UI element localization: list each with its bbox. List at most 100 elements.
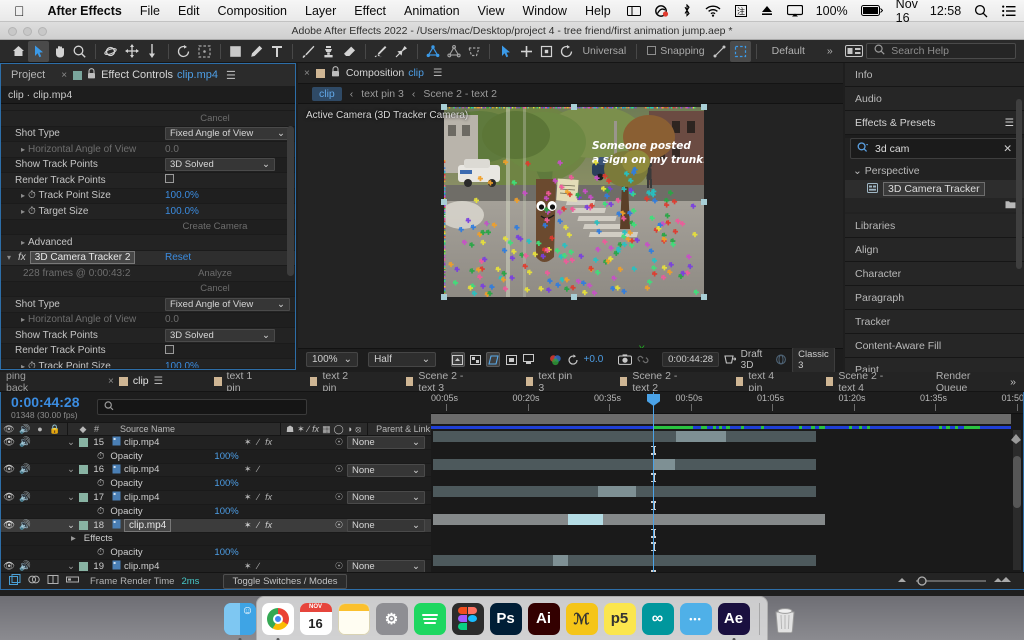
- roto-select-icon[interactable]: [730, 40, 751, 62]
- sidebar-item-content-aware-fill[interactable]: Content-Aware Fill: [845, 334, 1024, 358]
- shape-tool-icon[interactable]: [226, 41, 247, 62]
- chevron-right-icon[interactable]: ▸: [21, 362, 25, 368]
- effect-header-3d-camera-tracker-2[interactable]: ▾ fx 3D Camera Tracker 2 Reset: [1, 250, 295, 266]
- tab-scene-2-text-3[interactable]: Scene 2 - text 3: [398, 372, 488, 391]
- draft-3d-label[interactable]: Draft 3D: [741, 349, 771, 371]
- lock-icon[interactable]: 🔒: [47, 424, 63, 435]
- opacity-value[interactable]: 100%: [214, 547, 238, 558]
- effect-controls-row[interactable]: Cancel: [1, 111, 295, 127]
- chrome-icon[interactable]: [261, 602, 294, 640]
- stopwatch-icon[interactable]: ⏱: [97, 547, 104, 558]
- timeline-ruler[interactable]: 00:05s 00:20s 00:35s 00:50s 01:05s 01:20s 01:3…: [431, 392, 1023, 424]
- speaker-icon[interactable]: 🔊: [17, 424, 33, 435]
- zoom-out-timeline-icon[interactable]: [895, 576, 909, 587]
- menu-help[interactable]: Help: [576, 4, 620, 18]
- layer-switches[interactable]: ✶ ∕ fx: [244, 520, 272, 531]
- zoom-in-timeline-icon[interactable]: [993, 576, 1017, 587]
- p5js-icon[interactable]: p5: [603, 602, 636, 635]
- zoom-tool-icon[interactable]: [69, 41, 90, 62]
- puppet-pin-tool-icon[interactable]: [391, 41, 412, 62]
- selection-handle-bc[interactable]: [571, 294, 577, 300]
- parent-pickwhip-icon[interactable]: ☉: [331, 561, 347, 572]
- 3d-layer-icon[interactable]: ⦻: [355, 424, 361, 435]
- search-help-field[interactable]: Search Help: [866, 43, 1017, 59]
- eye-icon[interactable]: 👁: [1, 520, 17, 531]
- tab-partial-jumping-back[interactable]: ping back: [0, 372, 50, 391]
- quality-icon[interactable]: ∕: [258, 520, 260, 531]
- orbit-tool-icon[interactable]: [101, 41, 122, 62]
- speaker-icon[interactable]: 🔊: [17, 437, 33, 448]
- layer-source-name-editing[interactable]: clip.mp4: [124, 518, 172, 532]
- pan-tool-icon[interactable]: [121, 41, 142, 62]
- workspace-selector[interactable]: Default »: [762, 45, 843, 57]
- chevron-right-icon[interactable]: ▸: [21, 315, 25, 324]
- tab-text-pin-3[interactable]: text pin 3: [518, 372, 582, 391]
- menu-window[interactable]: Window: [514, 4, 576, 18]
- selection-handle-tc[interactable]: [571, 104, 577, 110]
- label-color-swatch[interactable]: [79, 562, 88, 572]
- tab-scene-2-text-4[interactable]: Scene 2 - text 4: [818, 372, 908, 391]
- motion-blur-toggle-icon[interactable]: [47, 574, 59, 588]
- tab-effect-controls[interactable]: Effect Controls: [101, 69, 173, 81]
- minimize-window-button[interactable]: [23, 27, 32, 36]
- snapshot-icon[interactable]: [617, 352, 632, 367]
- finder-icon[interactable]: ☺: [223, 602, 256, 640]
- control-center-icon[interactable]: [995, 5, 1023, 17]
- type-tool-icon[interactable]: [267, 41, 288, 62]
- effects-fx-icon[interactable]: fx: [265, 437, 272, 448]
- label-color-swatch[interactable]: [79, 465, 88, 475]
- opacity-value[interactable]: 100%: [214, 451, 238, 462]
- table-row[interactable]: ▸ Effects: [1, 532, 431, 547]
- effect-controls-row[interactable]: ▸ Horizontal Angle of View 0.0: [1, 142, 295, 158]
- effect-controls-row[interactable]: Shot Type Fixed Angle of View ⌄: [1, 297, 295, 313]
- move-gizmo-icon[interactable]: [516, 41, 537, 62]
- quality-icon[interactable]: ∕: [258, 561, 260, 572]
- tab-text-4-pin[interactable]: text 4 pin: [728, 372, 792, 391]
- workspace-overflow-icon[interactable]: »: [827, 45, 833, 57]
- wifi-icon[interactable]: [698, 4, 728, 17]
- layer-source-name[interactable]: clip.mp4: [124, 437, 244, 448]
- figma-icon[interactable]: [451, 602, 484, 635]
- layer-duration-bar[interactable]: [433, 486, 816, 498]
- table-row[interactable]: ⏱ Opacity 100%: [1, 546, 431, 561]
- collapse-transform-icon[interactable]: ✶: [244, 520, 252, 531]
- chevron-down-icon[interactable]: ⌄: [63, 561, 79, 572]
- label-color-swatch[interactable]: [79, 437, 88, 447]
- stopwatch-icon[interactable]: ⏱: [97, 451, 104, 462]
- snapshot-view-icon[interactable]: [522, 352, 536, 367]
- stopwatch-icon[interactable]: ⏱: [97, 506, 104, 517]
- frame-blend-toggle-icon[interactable]: [28, 574, 40, 588]
- panel-menu-icon[interactable]: ☰: [218, 69, 244, 82]
- selection-handle-br[interactable]: [701, 294, 707, 300]
- menu-layer[interactable]: Layer: [296, 4, 345, 18]
- eye-icon[interactable]: 👁: [1, 464, 17, 475]
- transparency-grid-icon[interactable]: [469, 352, 483, 367]
- motion-blur-icon[interactable]: ◯: [334, 424, 344, 435]
- speaker-icon[interactable]: 🔊: [17, 561, 33, 572]
- cancel-button-1[interactable]: Cancel: [135, 112, 295, 125]
- eye-icon[interactable]: 👁: [1, 492, 17, 503]
- channel-icon[interactable]: [548, 352, 562, 367]
- render-track-points-checkbox-2[interactable]: [165, 344, 174, 354]
- sidebar-item-libraries[interactable]: Libraries: [845, 214, 1024, 238]
- scale-gizmo-icon[interactable]: [536, 41, 557, 62]
- apple-icon[interactable]: : [14, 4, 25, 18]
- parent-pickwhip-icon[interactable]: ☉: [331, 464, 347, 475]
- effects-group-perspective[interactable]: ⌄ Perspective: [845, 162, 1024, 180]
- pen-tool-icon[interactable]: [246, 41, 267, 62]
- collapse-transform-icon[interactable]: ✶: [244, 437, 252, 448]
- timeline-zoom-slider[interactable]: [916, 576, 986, 586]
- speaker-icon[interactable]: 🔊: [17, 464, 33, 475]
- breadcrumb-item-text-pin-3[interactable]: text pin 3: [361, 88, 404, 100]
- chevron-down-icon[interactable]: ⌄: [63, 492, 79, 503]
- layer-source-name[interactable]: clip.mp4: [124, 492, 244, 503]
- tab-scene-2-text-2[interactable]: Scene 2 - text 2: [612, 372, 702, 391]
- calendar-icon[interactable]: NOV 16: [299, 602, 332, 635]
- chevron-down-icon[interactable]: ⌄: [63, 464, 79, 475]
- pan-camera-icon[interactable]: [443, 41, 464, 62]
- close-icon[interactable]: ×: [298, 68, 316, 79]
- composition-canvas[interactable]: Someone posted a sign on my trunk.: [441, 104, 707, 300]
- show-track-points-dropdown-1[interactable]: 3D Solved ⌄: [165, 158, 275, 172]
- effect-controls-row[interactable]: Show Track Points 3D Solved ⌄: [1, 157, 295, 173]
- orbit-camera-icon[interactable]: [423, 41, 444, 62]
